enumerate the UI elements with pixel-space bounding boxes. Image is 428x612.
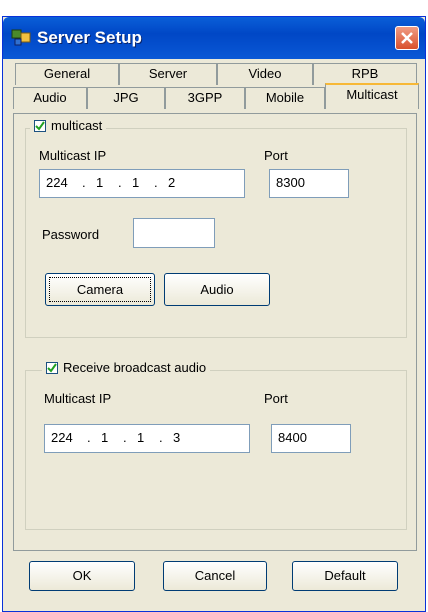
tab-3gpp[interactable]: 3GPP (165, 87, 245, 109)
port-label: Port (264, 148, 288, 163)
tab-label: General (43, 66, 91, 81)
camera-button-label: Camera (76, 282, 124, 297)
tab-server[interactable]: Server (119, 63, 217, 85)
server-setup-window: Server Setup General Server Video RPB Au… (2, 16, 426, 612)
tab-audio[interactable]: Audio (13, 87, 87, 109)
ip-octet: 3 (173, 430, 181, 445)
tab-label: Multicast (346, 87, 398, 102)
tab-label: Server (148, 66, 188, 81)
password-input[interactable] (133, 218, 215, 248)
ip-octet: 1 (101, 430, 109, 445)
ok-button[interactable]: OK (29, 561, 135, 591)
ip-octet: 1 (137, 430, 145, 445)
audio-button[interactable]: Audio (164, 273, 270, 306)
port-input[interactable]: 8300 (269, 169, 349, 198)
multicast-ip-field[interactable]: 224. 1. 1. 2 (39, 169, 245, 198)
multicast-panel: multicast Multicast IP 224. 1. 1. 2 Port 83… (13, 113, 417, 551)
ip-octet: 224 (51, 430, 73, 445)
broadcast-ip-label: Multicast IP (44, 391, 112, 406)
checkmark-icon (35, 120, 45, 131)
ip-separator: . (159, 430, 163, 445)
ip-separator: . (123, 430, 127, 445)
checkmark-icon (47, 362, 57, 373)
broadcast-checkbox-label: Receive broadcast audio (63, 360, 207, 375)
tab-label: JPG (113, 90, 139, 105)
default-button[interactable]: Default (292, 561, 398, 591)
tab-label: 3GPP (187, 90, 223, 105)
multicast-checkbox[interactable]: multicast (30, 118, 107, 133)
tab-multicast[interactable]: Multicast (325, 83, 419, 109)
camera-button[interactable]: Camera (45, 273, 155, 306)
broadcast-ip-field[interactable]: 224. 1. 1. 3 (44, 424, 250, 453)
tab-mobile[interactable]: Mobile (245, 87, 325, 109)
ok-button-label: OK (72, 568, 92, 583)
close-button[interactable] (395, 26, 419, 50)
multicast-ip-label: Multicast IP (39, 148, 107, 163)
multicast-checkbox-label: multicast (51, 118, 103, 133)
ip-separator: . (82, 175, 86, 190)
default-button-label: Default (324, 568, 366, 583)
ip-octet: 2 (168, 175, 176, 190)
tab-label: Mobile (265, 90, 305, 105)
broadcast-port-input[interactable]: 8400 (271, 424, 351, 453)
tab-label: Audio (33, 90, 67, 105)
tab-general[interactable]: General (15, 63, 119, 85)
close-icon (401, 32, 413, 44)
ip-separator: . (154, 175, 158, 190)
tab-rpb[interactable]: RPB (313, 63, 417, 85)
title-bar[interactable]: Server Setup (3, 17, 425, 59)
password-label: Password (42, 227, 100, 242)
tab-label: RPB (351, 66, 379, 81)
broadcast-checkbox[interactable]: Receive broadcast audio (42, 360, 211, 375)
broadcast-port-label: Port (264, 391, 288, 406)
app-icon (11, 27, 33, 47)
ip-octet: 1 (96, 175, 104, 190)
ip-separator: . (87, 430, 91, 445)
tab-video[interactable]: Video (217, 63, 313, 85)
cancel-button-label: Cancel (194, 568, 236, 583)
tab-label: Video (248, 66, 282, 81)
broadcast-check[interactable] (46, 361, 58, 374)
multicast-check[interactable] (34, 119, 46, 132)
tab-jpg[interactable]: JPG (87, 87, 165, 109)
ip-octet: 224 (46, 175, 68, 190)
cancel-button[interactable]: Cancel (163, 561, 267, 591)
ip-separator: . (118, 175, 122, 190)
window-title: Server Setup (37, 28, 142, 47)
audio-button-label: Audio (200, 282, 234, 297)
ip-octet: 1 (132, 175, 140, 190)
